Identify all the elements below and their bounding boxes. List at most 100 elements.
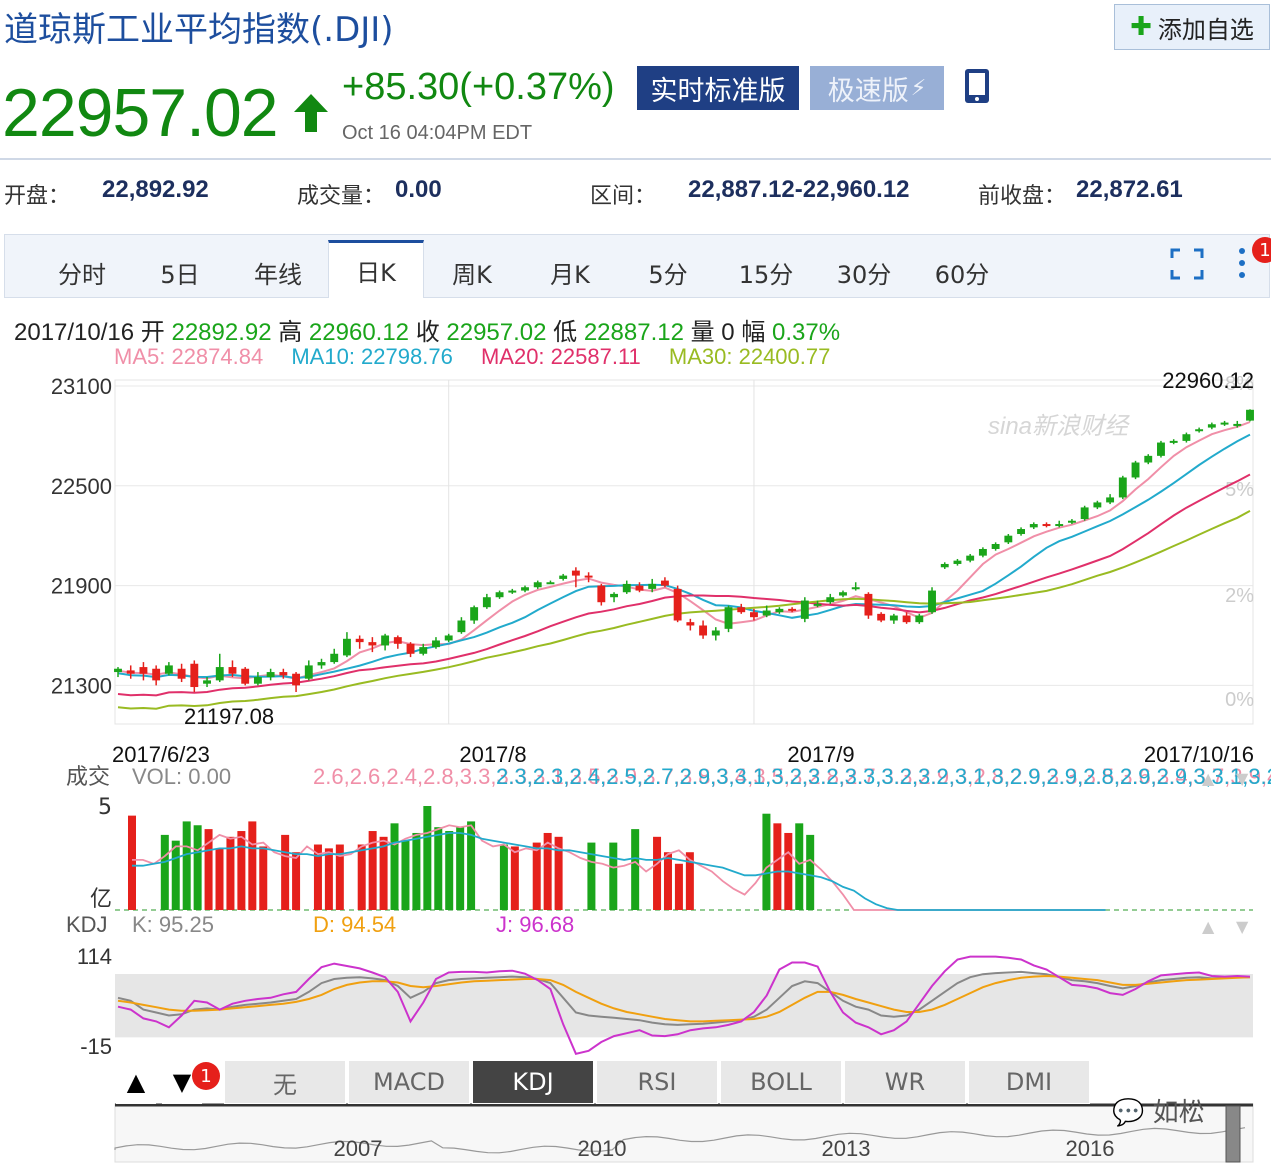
navigator-x-tick: 2016 xyxy=(1066,1136,1115,1161)
tab-3[interactable]: 日K xyxy=(328,240,424,298)
tab-0[interactable]: 分时 xyxy=(34,246,130,298)
navigator-x-tick: 2010 xyxy=(578,1136,627,1161)
indicator-tab-4[interactable]: BOLL xyxy=(720,1060,842,1104)
tab-5[interactable]: 月K xyxy=(522,246,618,298)
volume-bar xyxy=(631,829,640,910)
candle-body xyxy=(635,585,644,591)
vol-collapse-up-icon: ▲ xyxy=(1202,769,1215,788)
volume-bar xyxy=(128,815,136,910)
candle-body xyxy=(648,583,657,589)
candle-body xyxy=(470,607,479,621)
mobile-icon[interactable] xyxy=(964,68,990,104)
candle-body xyxy=(419,647,428,654)
y-tick-label: 22500 xyxy=(51,474,112,499)
candle-body xyxy=(851,587,860,590)
candle-body xyxy=(203,680,211,684)
indicator-tab-6[interactable]: DMI xyxy=(968,1060,1090,1104)
candle-body xyxy=(495,592,504,598)
indicator-tab-1[interactable]: MACD xyxy=(348,1060,470,1104)
kdj-y-tick: -15 xyxy=(80,1034,112,1059)
candle-body xyxy=(1195,429,1204,432)
scroll-up-icon[interactable]: ▲ xyxy=(116,1060,156,1104)
kline-chart[interactable]: 231002250021900213008%5%2%0%sina新浪财经2296… xyxy=(0,370,1271,1167)
ohlc-low: 22887.12 xyxy=(583,319,684,346)
y-tick-label: 23100 xyxy=(51,374,112,399)
volume-bar xyxy=(160,834,169,910)
candle-body xyxy=(1246,409,1254,421)
volume-bar xyxy=(324,848,333,910)
candle-body xyxy=(1029,524,1038,528)
ohlc-open: 22892.92 xyxy=(171,319,272,346)
y-tick-label: 21900 xyxy=(51,574,112,599)
max-label: 22960.12 xyxy=(1162,370,1254,393)
tab-4[interactable]: 周K xyxy=(424,246,520,298)
vol-y-tick: 5 xyxy=(98,795,112,820)
prev-close-label: 前收盘： xyxy=(978,184,1067,209)
candle-body xyxy=(355,638,364,643)
notification-badge: 1 xyxy=(1252,237,1271,263)
ohlc-vol-label: 量 xyxy=(690,319,715,346)
add-watchlist-label: 添加自选 xyxy=(1157,15,1254,44)
add-watchlist-button[interactable]: ✚ 添加自选 xyxy=(1114,4,1270,50)
volume-bar xyxy=(456,827,465,910)
candle-body xyxy=(304,665,313,679)
realtime-standard-button[interactable]: 实时标准版 xyxy=(637,66,799,110)
fullscreen-icon[interactable] xyxy=(1170,248,1204,280)
candle-body xyxy=(750,612,758,618)
tab-2[interactable]: 年线 xyxy=(230,246,326,298)
candle-body xyxy=(610,593,618,598)
navigator-x-tick: 2007 xyxy=(334,1136,383,1161)
candle-body xyxy=(953,560,962,564)
wechat-watermark: 💬 如松 xyxy=(1112,1092,1205,1129)
volume-bar xyxy=(259,846,268,910)
ma30-legend: MA30: 22400.77 xyxy=(668,344,831,369)
indicator-tab-2[interactable]: KDJ xyxy=(472,1060,594,1104)
indicator-tab-3[interactable]: RSI xyxy=(596,1060,718,1104)
candle-body xyxy=(673,588,682,621)
candle-body xyxy=(699,625,708,636)
pct-tick-label: 2% xyxy=(1225,585,1254,607)
ohlc-high: 22960.12 xyxy=(308,319,410,346)
kdj-y-tick: 114 xyxy=(77,944,112,969)
volume-bar xyxy=(499,844,508,910)
candle-body xyxy=(928,590,936,613)
more-menu-icon[interactable] xyxy=(1236,246,1248,280)
volume-bar xyxy=(663,852,672,910)
tab-9[interactable]: 60分 xyxy=(914,246,1010,298)
tab-1[interactable]: 5日 xyxy=(132,246,228,298)
ohlc-high-label: 高 xyxy=(278,319,303,346)
kdj-band xyxy=(115,974,1253,1038)
candle-body xyxy=(559,575,568,579)
kdj-title: KDJ xyxy=(66,912,108,937)
volume-bar xyxy=(674,863,683,910)
volume-bar xyxy=(401,840,410,910)
candle-body xyxy=(457,620,466,633)
candle-body xyxy=(1220,422,1229,425)
volume-value: 0.00 xyxy=(395,176,442,203)
candle-body xyxy=(1207,424,1216,428)
candle-body xyxy=(126,670,135,674)
fast-version-button[interactable]: 极速版 ⚡ xyxy=(810,66,944,110)
indicator-tab-0[interactable]: 无 xyxy=(224,1060,346,1104)
candle-body xyxy=(622,583,631,593)
candle-body xyxy=(241,668,250,684)
fast-version-label: 极速版 xyxy=(827,75,909,107)
candle-body xyxy=(1233,423,1242,426)
candle-body xyxy=(686,622,695,626)
candle-body xyxy=(571,570,580,576)
ohlc-readout: 2017/10/16 开 22892.92 高 22960.12 收 22957… xyxy=(14,312,840,347)
tab-6[interactable]: 5分 xyxy=(620,246,716,298)
candle-body xyxy=(1106,497,1115,503)
pct-tick-label: 0% xyxy=(1225,689,1254,711)
candle-body xyxy=(889,615,898,621)
tab-8[interactable]: 30分 xyxy=(816,246,912,298)
ma5-legend: MA5: 22874.84 xyxy=(114,344,264,369)
tab-7[interactable]: 15分 xyxy=(718,246,814,298)
ma-legend: MA5: 22874.84 MA10: 22798.76 MA20: 22587… xyxy=(114,344,852,370)
volume-bar xyxy=(357,844,366,910)
candle-body xyxy=(660,580,669,586)
sina-watermark: sina新浪财经 xyxy=(988,413,1131,440)
candle-body xyxy=(800,600,809,619)
indicator-tab-5[interactable]: WR xyxy=(844,1060,966,1104)
candle-body xyxy=(406,643,415,654)
